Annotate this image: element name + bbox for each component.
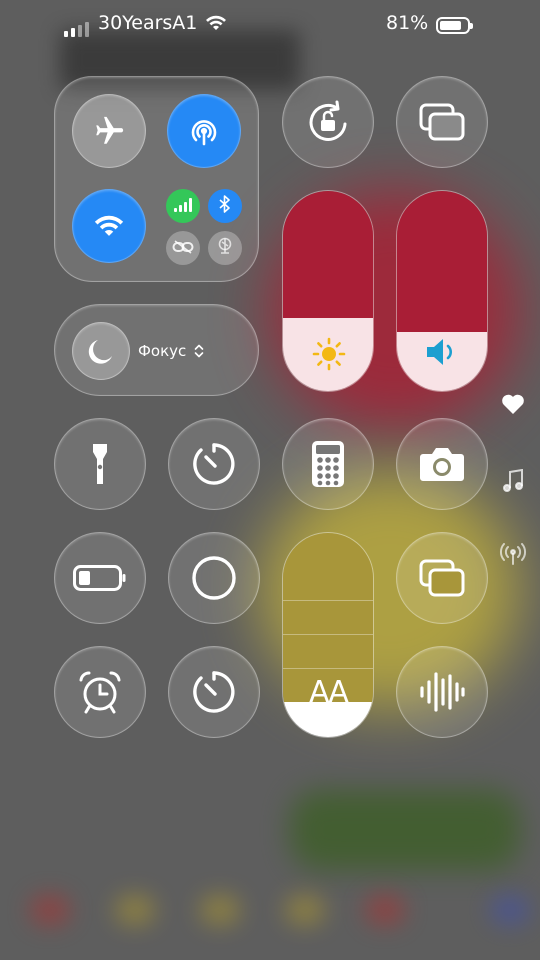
screen-record-icon (191, 555, 237, 601)
voice-memo-button[interactable] (396, 646, 488, 738)
timer-button[interactable] (168, 418, 260, 510)
status-bar: 30YearsA1 81% (0, 8, 540, 38)
connectivity-panel[interactable] (54, 76, 259, 282)
speaker-icon (425, 337, 461, 371)
wifi-icon (92, 213, 126, 239)
sun-icon (312, 337, 346, 375)
brightness-slider[interactable] (282, 190, 374, 392)
stopwatch-button[interactable] (168, 646, 260, 738)
screen-recording-button[interactable] (168, 532, 260, 624)
music-icon[interactable] (500, 468, 526, 494)
camera-button[interactable] (396, 418, 488, 510)
carrier-name: 30YearsA1 (98, 12, 198, 34)
airplane-icon (92, 114, 126, 148)
hotspot-link-icon (172, 239, 194, 258)
chevron-up-down-icon (194, 343, 204, 363)
wifi-status-icon (204, 14, 228, 36)
screen-mirroring-button[interactable] (396, 76, 488, 168)
bluetooth-button[interactable] (208, 189, 242, 223)
timer-icon (190, 440, 238, 488)
moon-icon (86, 336, 116, 366)
cellular-icon (173, 197, 193, 216)
heart-icon[interactable] (500, 392, 526, 416)
calculator-icon (312, 441, 344, 487)
rotation-lock-button[interactable] (282, 76, 374, 168)
airdrop-button[interactable] (167, 94, 241, 168)
low-power-icon (73, 565, 127, 591)
camera-icon (419, 446, 465, 482)
low-power-mode-button[interactable] (54, 532, 146, 624)
airdrop-icon (185, 112, 223, 150)
airplane-mode-button[interactable] (72, 94, 146, 168)
cellular-data-button[interactable] (166, 189, 200, 223)
text-size-label: AA (309, 675, 349, 710)
stopwatch-icon (190, 668, 238, 716)
vpn-button[interactable] (208, 231, 242, 265)
flashlight-button[interactable] (54, 418, 146, 510)
personal-hotspot-button[interactable] (166, 231, 200, 265)
alarm-button[interactable] (54, 646, 146, 738)
battery-percent: 81% (386, 12, 429, 34)
focus-label: Фокус (138, 342, 187, 360)
text-size-slider[interactable]: AA (282, 532, 374, 738)
flashlight-icon (90, 442, 110, 486)
alarm-icon (77, 669, 123, 715)
calculator-button[interactable] (282, 418, 374, 510)
voice-memo-icon (418, 670, 466, 714)
rotation-lock-icon (303, 97, 353, 147)
battery-icon (436, 17, 473, 34)
screen-mirroring-icon (418, 558, 466, 598)
vpn-icon (215, 236, 235, 260)
wifi-button[interactable] (72, 189, 146, 263)
volume-slider[interactable] (396, 190, 488, 392)
screen-mirroring-icon (418, 102, 466, 142)
cellular-signal-icon (64, 22, 89, 37)
bluetooth-icon (219, 195, 231, 217)
focus-moon-badge (72, 322, 130, 380)
wireless-icon[interactable] (498, 542, 528, 566)
screen-mirroring-button-2[interactable] (396, 532, 488, 624)
